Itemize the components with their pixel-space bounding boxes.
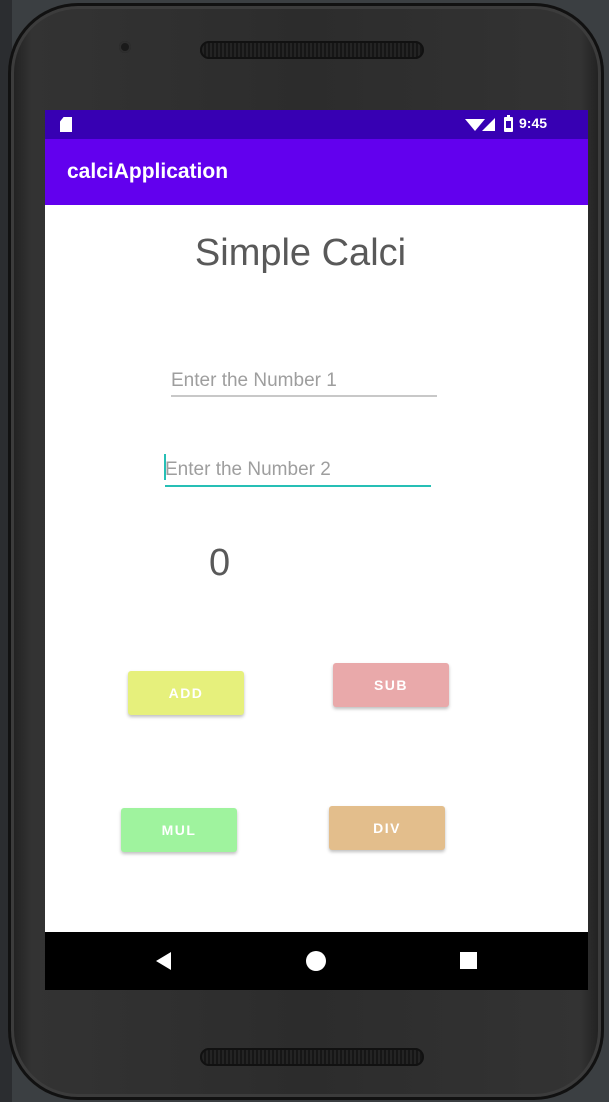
status-time: 9:45 [519, 115, 548, 131]
device-screen: 9:45 calciApplication Simple Calci 0 ADD… [45, 110, 588, 990]
page-title: Simple Calci [194, 232, 407, 274]
number-2-input[interactable] [165, 455, 431, 487]
text-cursor [164, 454, 166, 480]
bottom-speaker-grille [200, 1048, 424, 1066]
recents-icon[interactable] [460, 952, 477, 969]
div-button[interactable]: DIV [329, 806, 445, 850]
app-title: calciApplication [67, 160, 229, 183]
back-icon[interactable] [156, 952, 171, 970]
add-button[interactable]: ADD [128, 671, 244, 715]
top-speaker-grille [200, 41, 424, 59]
app-bar: calciApplication [45, 139, 588, 205]
number-1-input[interactable] [171, 367, 437, 397]
mul-button[interactable]: MUL [121, 808, 237, 852]
phone-frame: 9:45 calciApplication Simple Calci 0 ADD… [8, 3, 604, 1100]
battery-icon [504, 115, 513, 132]
home-icon[interactable] [306, 951, 326, 971]
camera-icon [119, 41, 131, 53]
sd-card-icon [60, 117, 72, 132]
sub-button[interactable]: SUB [333, 663, 449, 707]
wifi-icon [465, 119, 485, 131]
status-bar: 9:45 [45, 110, 588, 139]
result-display: 0 [209, 542, 231, 584]
navigation-bar [45, 932, 588, 990]
